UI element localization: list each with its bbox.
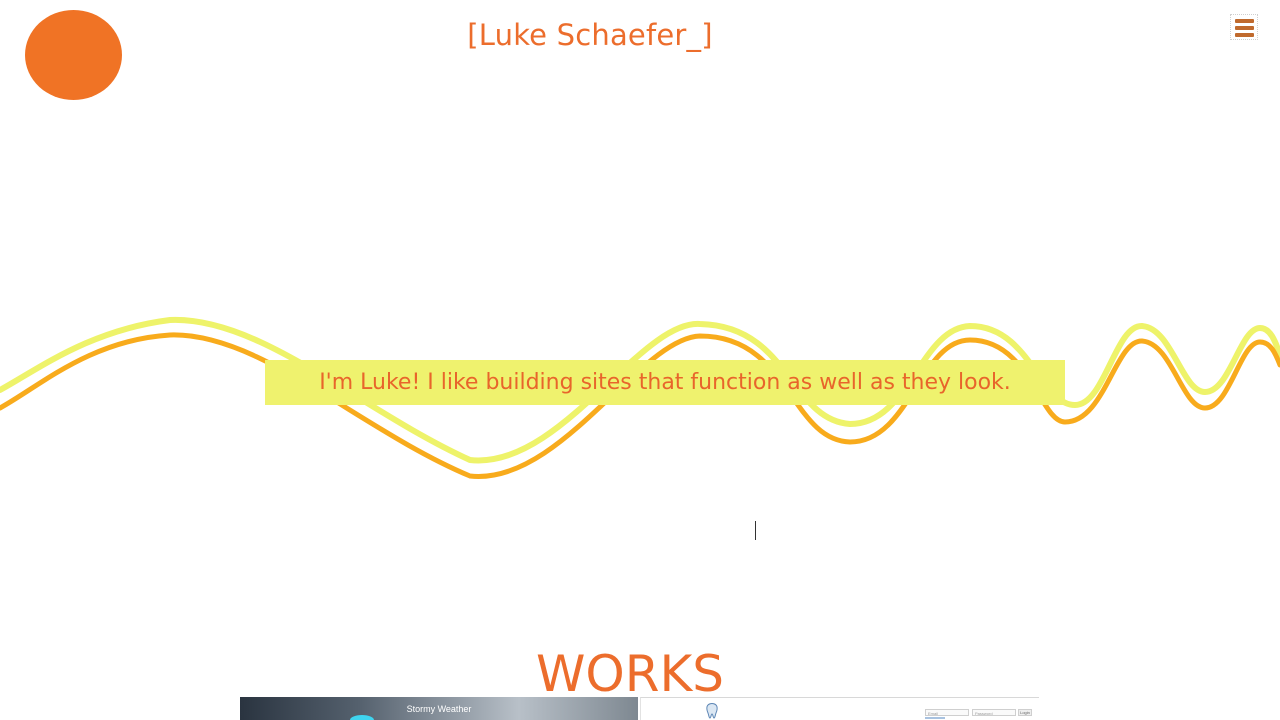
text-cursor bbox=[755, 521, 756, 540]
mini-password-field: Password bbox=[972, 709, 1016, 716]
intro-banner: I'm Luke! I like building sites that fun… bbox=[265, 360, 1065, 405]
site-title[interactable]: [Luke Schaefer_] bbox=[0, 18, 1180, 52]
mini-email-field: Email bbox=[925, 709, 969, 716]
mini-link bbox=[925, 717, 945, 719]
work-thumbnail-stormy-weather[interactable]: Stormy Weather bbox=[240, 697, 638, 720]
works-heading: WORKS bbox=[535, 645, 725, 703]
work-thumbnail-title: Stormy Weather bbox=[406, 704, 472, 714]
tooth-icon bbox=[706, 703, 718, 719]
mini-login-button: Login bbox=[1018, 709, 1032, 716]
menu-button[interactable] bbox=[1230, 14, 1258, 40]
work-thumbnail-login-app[interactable]: Email Password Login bbox=[640, 697, 1039, 720]
works-grid: Stormy Weather Email Password Login bbox=[240, 697, 1040, 720]
page: [Luke Schaefer_] I'm Luke! I like buildi… bbox=[0, 0, 1280, 720]
weather-glow-icon bbox=[350, 715, 374, 720]
